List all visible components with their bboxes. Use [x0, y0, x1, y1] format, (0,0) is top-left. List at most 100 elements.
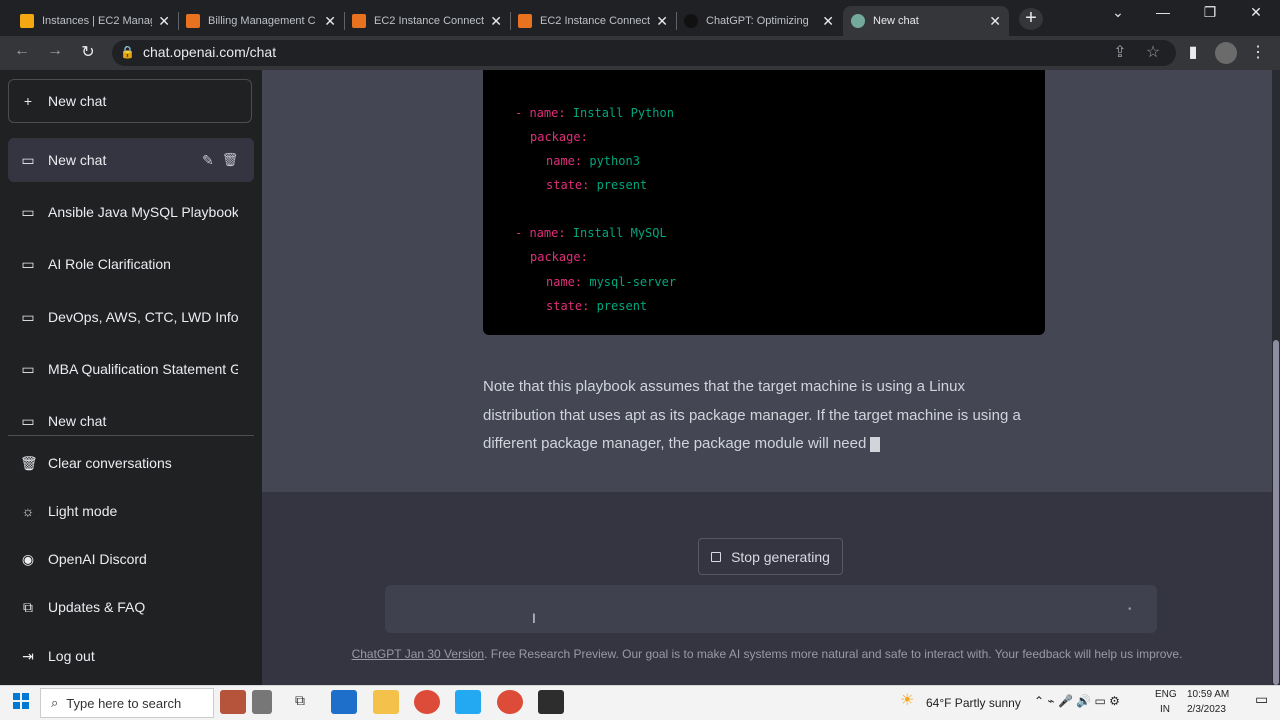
mail-icon[interactable]	[331, 690, 357, 714]
profile-avatar[interactable]	[1215, 42, 1237, 64]
yaml-value: python3	[582, 154, 640, 168]
text-cursor-icon: I	[532, 610, 536, 626]
send-icon[interactable]: •	[1128, 604, 1132, 615]
maximize-button[interactable]: ❐	[1190, 4, 1230, 21]
calculator-icon[interactable]	[252, 690, 272, 714]
code-line: state: present	[546, 299, 647, 313]
aws-icon	[186, 14, 200, 28]
code-line: - name: Install Python	[515, 106, 674, 120]
conversation-label: AI Role Clarification	[48, 256, 171, 272]
conversation-item[interactable]: ▭ MBA Qualification Statement G	[8, 347, 254, 391]
conversation-label: Ansible Java MySQL Playbook	[48, 204, 238, 220]
new-tab-button[interactable]: +	[1019, 8, 1043, 30]
sun-icon: ☼	[21, 503, 35, 519]
yaml-dash: -	[515, 226, 530, 240]
browser-tab[interactable]: EC2 Instance Connect ✕	[344, 6, 510, 36]
minimize-button[interactable]: —	[1143, 4, 1183, 20]
conversation-item[interactable]: ▭ AI Role Clarification	[8, 242, 254, 286]
lock-icon[interactable]: 🔒	[120, 45, 135, 59]
language-indicator[interactable]: ENG	[1155, 689, 1177, 700]
back-icon[interactable]: ←	[10, 42, 34, 60]
news-app-icon[interactable]	[220, 690, 246, 714]
scrollbar-thumb[interactable]	[1273, 340, 1279, 685]
prompt-input[interactable]	[385, 585, 1157, 633]
yaml-value: present	[589, 178, 648, 192]
sidebar-action-label: Clear conversations	[48, 455, 172, 471]
browser-menu-icon[interactable]: ⋮	[1246, 42, 1270, 62]
conversation-item[interactable]: ▭ New chat	[8, 399, 254, 443]
task-view-icon[interactable]: ⧉	[290, 692, 310, 712]
yaml-key: state:	[546, 178, 590, 192]
vscode-icon[interactable]	[455, 690, 481, 714]
sidebar-action[interactable]: ◉ OpenAI Discord	[8, 537, 254, 581]
search-placeholder: Type here to search	[66, 695, 182, 711]
yaml-key: name:	[529, 226, 566, 240]
conversation-item[interactable]: ▭ DevOps, AWS, CTC, LWD Info	[8, 295, 254, 339]
sidebar-action-label: Updates & FAQ	[48, 599, 146, 615]
chat-bubble-icon: ▭	[21, 308, 35, 325]
sidebar-action[interactable]: ⇥ Log out	[8, 634, 254, 678]
stop-generating-button[interactable]: Stop generating	[698, 538, 843, 575]
bookmark-star-icon[interactable]: ☆	[1141, 42, 1165, 62]
close-tab-icon[interactable]: ✕	[989, 13, 1001, 30]
close-tab-icon[interactable]: ✕	[490, 13, 502, 30]
tray-icons[interactable]: ⌃ ⌁ 🎤 🔊 ▭ ⚙	[1034, 694, 1120, 708]
delete-icon[interactable]: 🗑	[222, 152, 239, 168]
tab-title: Billing Management C	[208, 15, 316, 27]
typing-cursor	[870, 436, 881, 452]
browser-tab[interactable]: ChatGPT: Optimizing ✕	[676, 6, 842, 36]
stop-icon	[711, 551, 722, 562]
close-window-button[interactable]: ✕	[1236, 4, 1276, 21]
sidebar-action[interactable]: 🗑 Clear conversations	[8, 441, 254, 485]
conversation-item[interactable]: ▭ Ansible Java MySQL Playbook	[8, 190, 254, 234]
openai-icon	[684, 14, 698, 28]
conversation-item[interactable]: ▭ New chat ✎ 🗑	[8, 138, 254, 182]
code-line: package:	[530, 130, 588, 144]
close-tab-icon[interactable]: ✕	[822, 13, 834, 30]
taskbar-search[interactable]: ⌕ Type here to search	[40, 688, 214, 718]
chat-bubble-icon: ▭	[21, 360, 35, 377]
share-icon[interactable]: ⇪	[1108, 42, 1132, 62]
version-link[interactable]: ChatGPT Jan 30 Version	[352, 647, 485, 661]
browser-tab[interactable]: New chat ✕	[843, 6, 1009, 36]
edit-icon[interactable]: ✎	[202, 152, 214, 169]
file-explorer-icon[interactable]	[373, 690, 399, 714]
yaml-dash: -	[515, 106, 530, 120]
yaml-key: name:	[529, 106, 566, 120]
chat-bubble-icon: ▭	[21, 151, 35, 168]
clock-date[interactable]: 2/3/2023	[1187, 704, 1226, 715]
tab-title: ChatGPT: Optimizing	[706, 15, 809, 27]
browser-tab[interactable]: EC2 Instance Connect ✕	[510, 6, 676, 36]
region-indicator[interactable]: IN	[1160, 704, 1170, 715]
sidebar-action[interactable]: ⧉ Updates & FAQ	[8, 585, 254, 629]
code-line: name: python3	[546, 154, 640, 168]
conversation-label: MBA Qualification Statement G	[48, 361, 238, 377]
yaml-value: Install Python	[565, 106, 674, 120]
close-tab-icon[interactable]: ✕	[158, 13, 170, 30]
chrome-icon[interactable]	[414, 690, 440, 714]
new-chat-button-content[interactable]: + New chat	[8, 79, 254, 123]
browser-tab[interactable]: Billing Management C ✕	[178, 6, 344, 36]
forward-icon[interactable]: →	[43, 42, 67, 60]
tab-search-chevron-icon[interactable]: ⌄	[1098, 4, 1138, 21]
clock-time[interactable]: 10:59 AM	[1187, 689, 1229, 700]
tab-title: EC2 Instance Connect	[374, 15, 485, 27]
windows-start-icon[interactable]	[13, 693, 29, 709]
footer-text: . Free Research Preview. Our goal is to …	[484, 647, 1183, 661]
app-icon[interactable]	[538, 690, 564, 714]
notifications-icon[interactable]: ▭	[1255, 691, 1268, 708]
chrome-profile-icon[interactable]	[497, 690, 523, 714]
weather-icon[interactable]: ☀	[900, 690, 914, 710]
sidebar-action[interactable]: ☼ Light mode	[8, 489, 254, 533]
reload-icon[interactable]: ↻	[76, 42, 100, 62]
tab-title: EC2 Instance Connect	[540, 15, 651, 27]
browser-tab[interactable]: Instances | EC2 Manag ✕	[12, 6, 178, 36]
weather-text[interactable]: 64°F Partly sunny	[926, 696, 1021, 710]
close-tab-icon[interactable]: ✕	[324, 13, 336, 30]
yaml-value: mysql-server	[582, 275, 677, 289]
chat-bubble-icon: ▭	[21, 255, 35, 272]
sidebar-toggle-icon[interactable]: ▮	[1181, 42, 1205, 62]
close-tab-icon[interactable]: ✕	[656, 13, 668, 30]
tab-title: New chat	[873, 15, 919, 27]
yaml-value: present	[589, 299, 648, 313]
